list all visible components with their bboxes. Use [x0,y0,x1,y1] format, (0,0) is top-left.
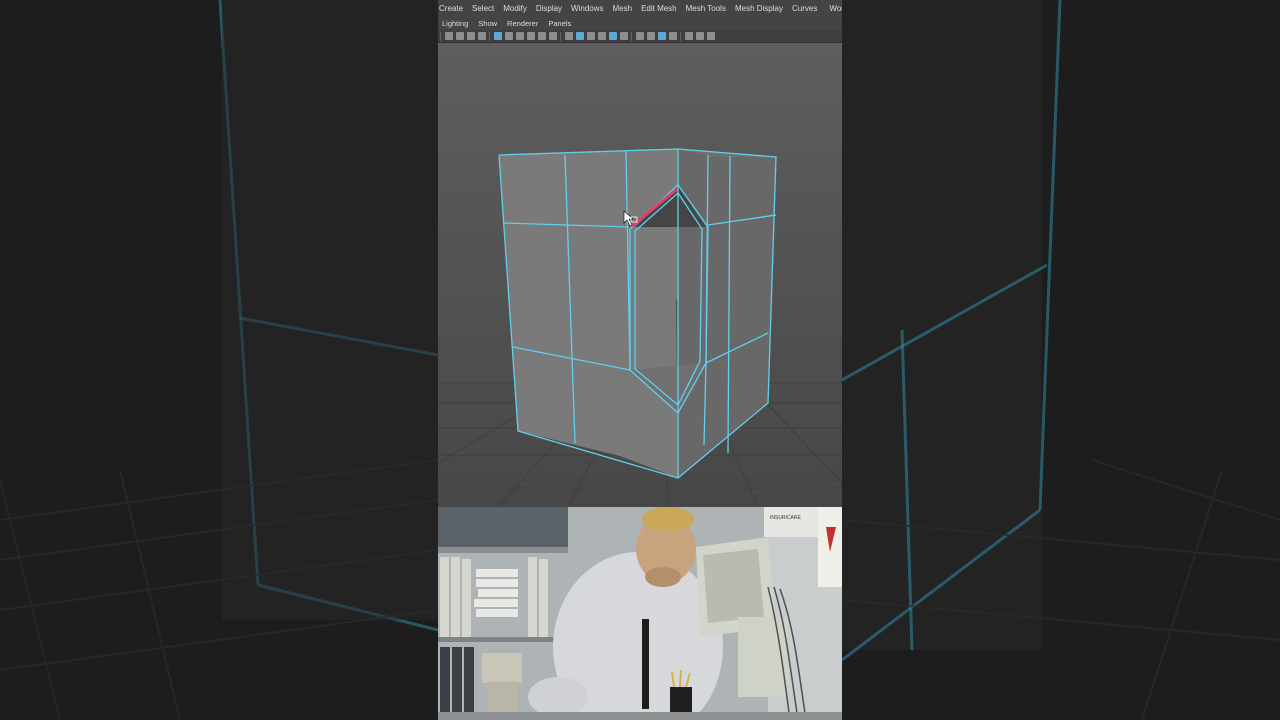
lights-icon[interactable] [598,32,606,40]
bookmark-icon[interactable] [467,32,475,40]
panel-toolbar [438,30,842,43]
poster-text: INSURICARE [770,515,802,521]
background-wireframe-right [842,0,1280,720]
hud-icon[interactable] [669,32,677,40]
film-gate-icon[interactable] [505,32,513,40]
xray-icon[interactable] [620,32,628,40]
highlight-icon[interactable] [658,32,666,40]
toolbar-separator [631,31,632,41]
toolbar-separator [680,31,681,41]
cube-mesh[interactable] [499,149,776,478]
panel-menu-renderer[interactable]: Renderer [507,19,538,28]
viewport-scene[interactable] [438,43,842,507]
main-menu-bar: Create Select Modify Display Windows Mes… [438,0,842,16]
camera-attrs-icon[interactable] [456,32,464,40]
background-right-blur [842,0,1280,720]
menu-modify[interactable]: Modify [503,4,527,13]
menu-curves[interactable]: Curves [792,4,817,13]
grid-icon[interactable] [494,32,502,40]
textured-icon[interactable] [587,32,595,40]
video-frame: INSURICARE [438,507,842,720]
image-plane-icon[interactable] [478,32,486,40]
shadows-icon[interactable] [609,32,617,40]
safe-action-icon[interactable] [549,32,557,40]
toolbar-separator [489,31,490,41]
panel-menu-show[interactable]: Show [478,19,497,28]
field-chart-icon[interactable] [538,32,546,40]
camera-icon[interactable] [445,32,453,40]
menu-workspace[interactable]: Workspa [829,4,842,13]
isolate-icon[interactable] [636,32,644,40]
menu-edit-mesh[interactable]: Edit Mesh [641,4,677,13]
panel-menu-panels[interactable]: Panels [548,19,571,28]
gate-mask-icon[interactable] [527,32,535,40]
reaction-video-clip: INSURICARE [438,507,842,720]
menu-windows[interactable]: Windows [571,4,603,13]
wireframe-icon[interactable] [565,32,573,40]
resolution-gate-icon[interactable] [516,32,524,40]
background-left-blur [0,0,438,720]
3d-viewport[interactable] [438,43,842,507]
smooth-shade-icon[interactable] [576,32,584,40]
panel-layout-icon[interactable] [696,32,704,40]
menu-select[interactable]: Select [472,4,494,13]
toolbar-separator [440,31,441,41]
background-wireframe-left [0,0,438,720]
panel-menu-bar: Lighting Show Renderer Panels [438,16,842,30]
menu-mesh-display[interactable]: Mesh Display [735,4,783,13]
panel-layout-icon[interactable] [685,32,693,40]
menu-mesh[interactable]: Mesh [613,4,633,13]
toolbar-separator [560,31,561,41]
menu-mesh-tools[interactable]: Mesh Tools [686,4,726,13]
panel-layout-icon[interactable] [707,32,715,40]
panel-menu-lighting[interactable]: Lighting [442,19,468,28]
menu-create[interactable]: Create [439,4,463,13]
menu-display[interactable]: Display [536,4,562,13]
hud-icon[interactable] [647,32,655,40]
maya-window: Create Select Modify Display Windows Mes… [438,0,842,720]
